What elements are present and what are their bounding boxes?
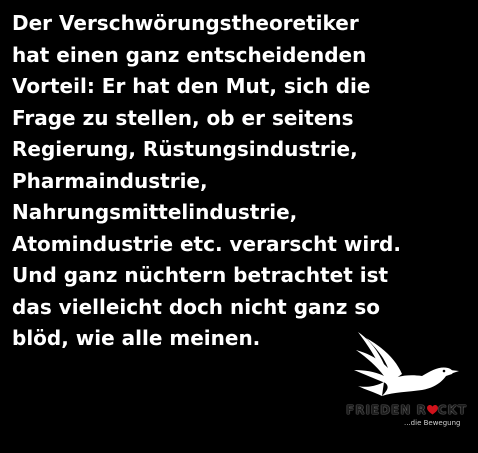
quote-line: Vorteil: Er hat den Mut, sich die	[12, 74, 371, 98]
brand-name: FRIEDEN R CKT	[346, 403, 467, 417]
quote-line: das vielleicht doch nicht ganz so	[12, 294, 381, 319]
quote-line: Der Verschwörungstheoretiker	[12, 11, 359, 35]
brand-tagline: ...die Bewegung	[404, 419, 461, 427]
brand-name-part: FRIEDEN R	[346, 403, 427, 417]
quote-line: Nahrungsmittelindustrie,	[12, 200, 298, 224]
heart-icon	[426, 405, 438, 415]
dove-icon	[354, 332, 459, 396]
frieden-rockt-logo: FRIEDEN R CKT ...die Bewegung	[330, 330, 475, 450]
quote-line: hat einen ganz entscheidenden	[12, 42, 367, 67]
quote-line: Regierung, Rüstungsindustrie,	[12, 137, 358, 161]
quote-line: Pharmaindustrie,	[12, 168, 208, 193]
quote-text: Der Verschwörungstheoretiker hat einen g…	[12, 8, 474, 355]
brand-name-part: CKT	[437, 403, 468, 417]
quote-line: Atomindustrie etc. verarscht wird.	[12, 231, 401, 256]
quote-line: Und ganz nüchtern betrachtet ist	[12, 263, 389, 287]
quote-line: Frage zu stellen, ob er seitens	[12, 105, 354, 130]
